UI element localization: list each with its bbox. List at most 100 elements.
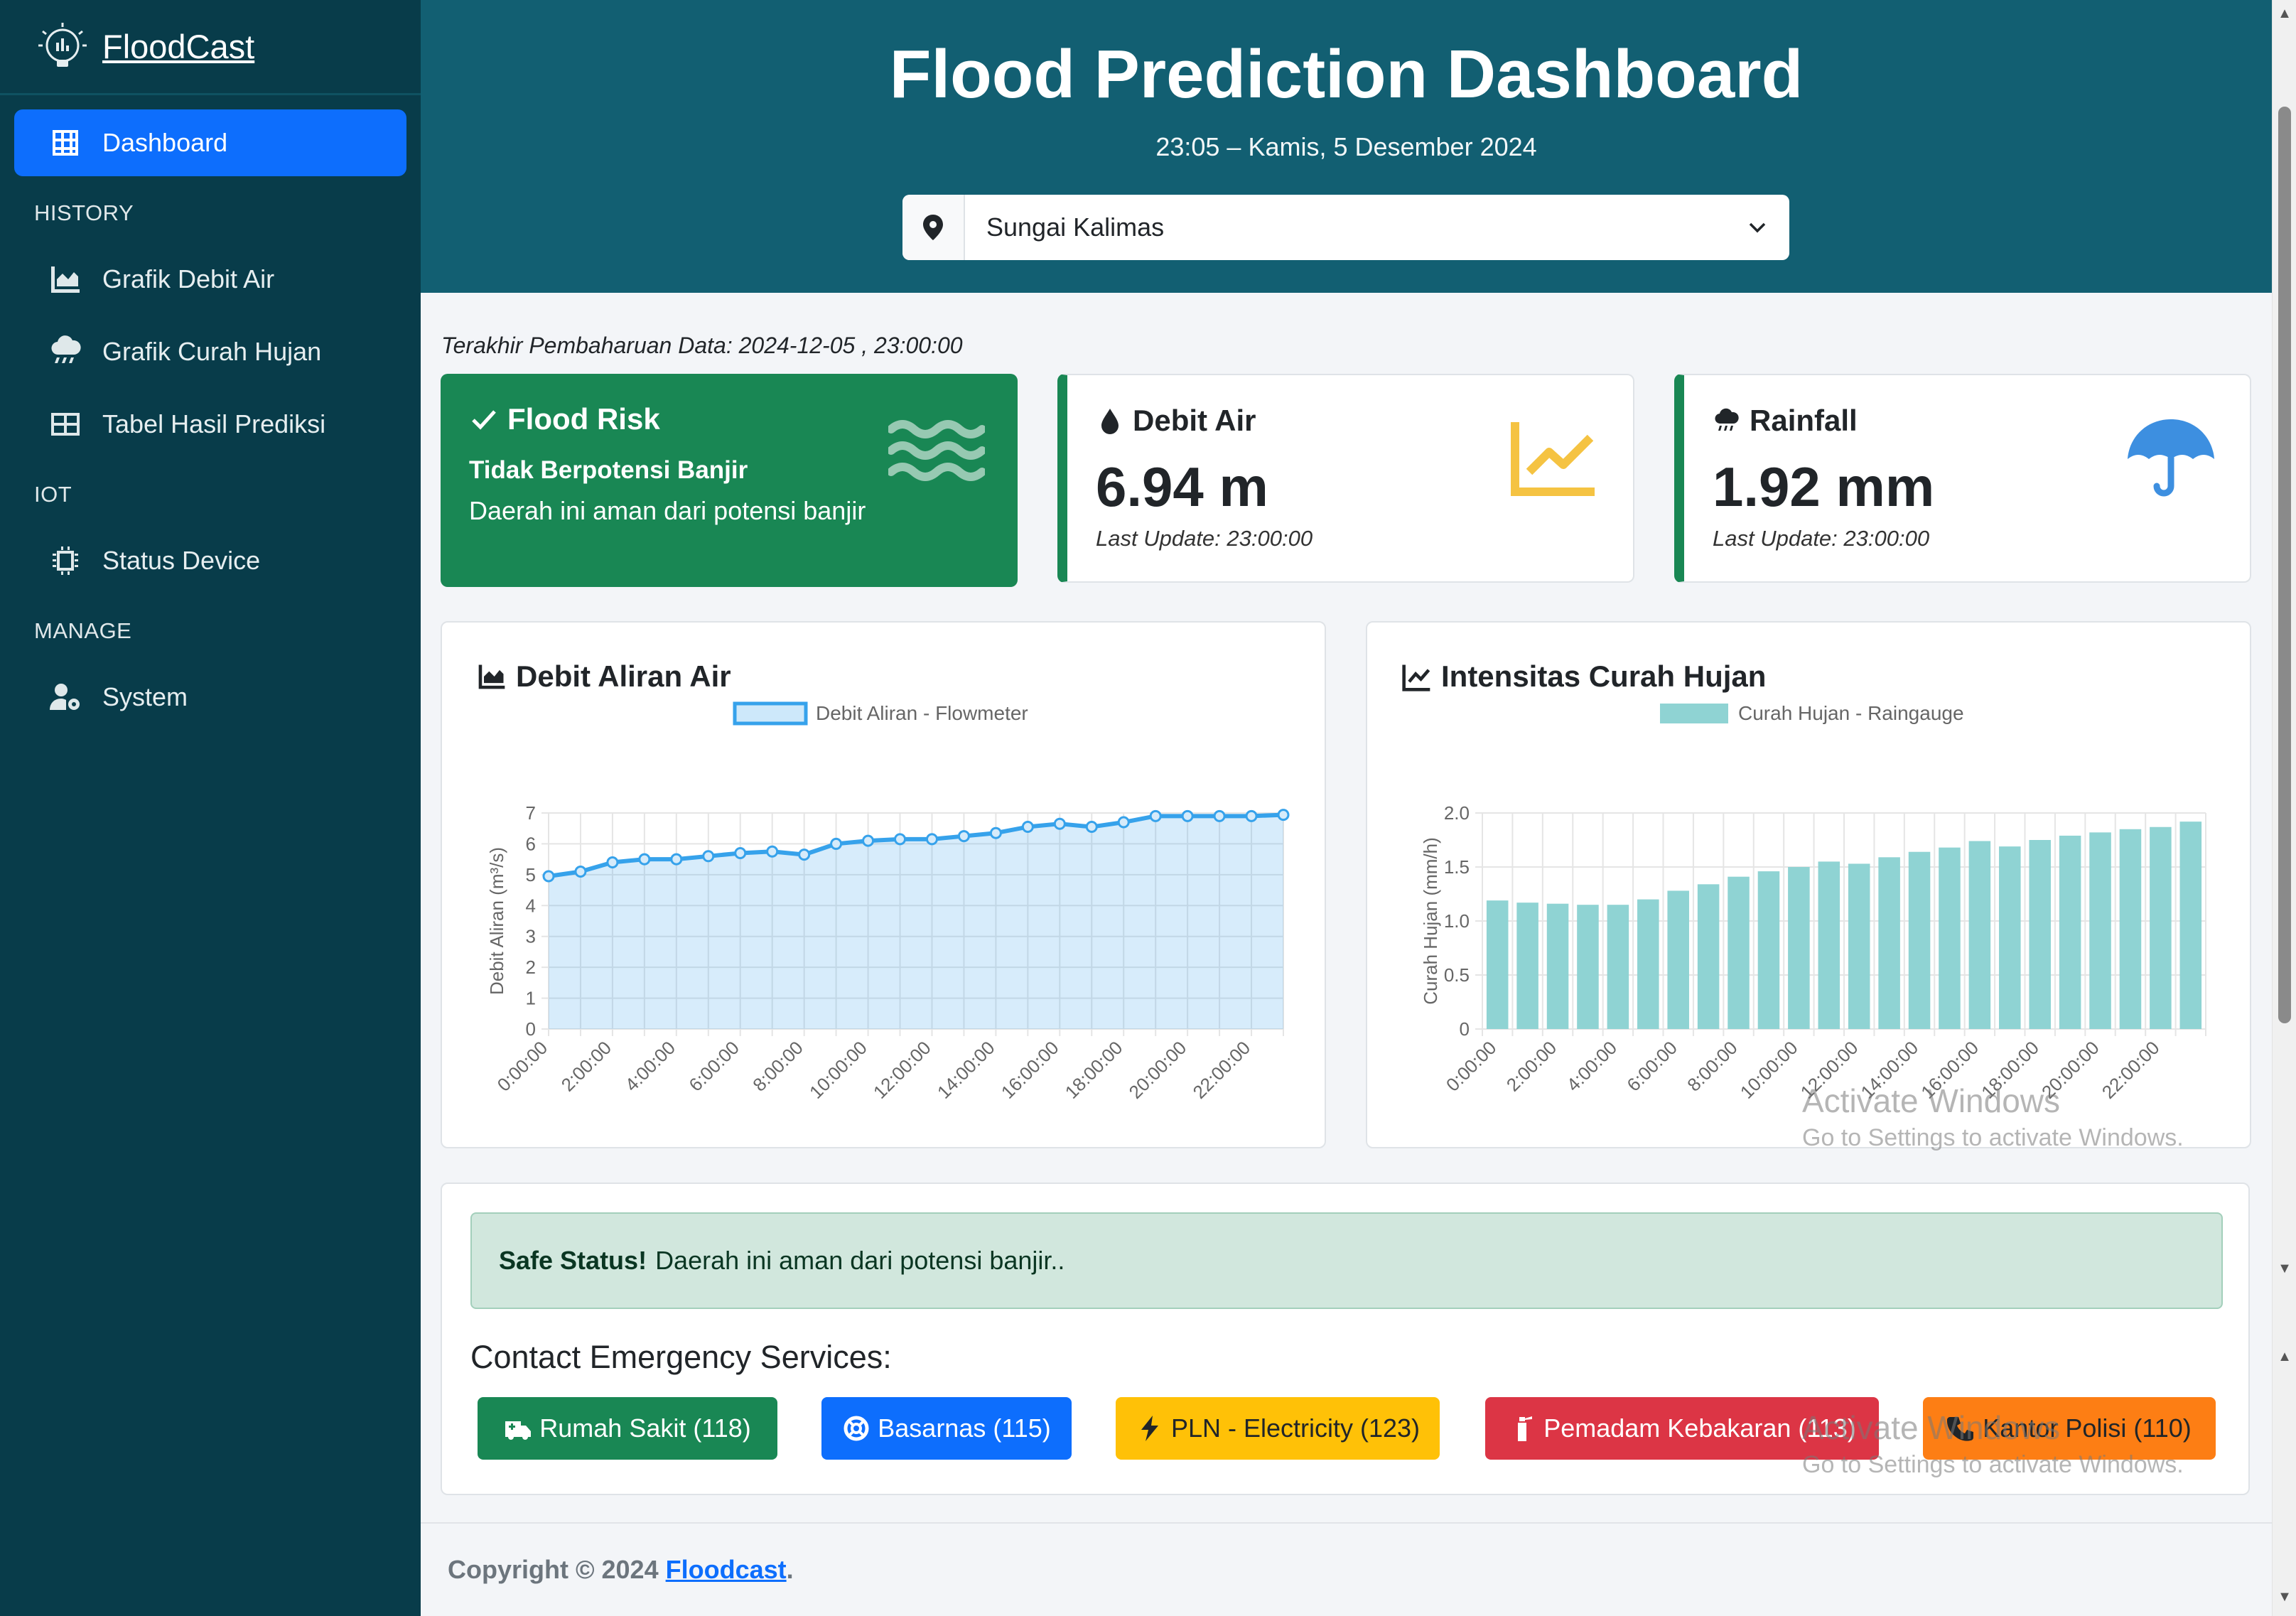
y-axis-title: Curah Hujan (mm/h)	[1420, 837, 1441, 1005]
safe-status-label: Safe Status!	[499, 1246, 647, 1275]
rain-chart-title: Intensitas Curah Hujan	[1401, 659, 1766, 694]
basarnas-button[interactable]: Basarnas (115)	[821, 1397, 1072, 1460]
x-tick-label: 18:00:00	[1061, 1037, 1127, 1103]
scroll-thumb[interactable]	[2278, 107, 2291, 1023]
x-tick-label: 4:00:00	[621, 1037, 680, 1096]
bar	[2119, 829, 2142, 1029]
scroll-up-arrow-icon[interactable]: ▲	[2273, 1349, 2296, 1365]
data-point	[1053, 817, 1066, 830]
data-point	[798, 849, 811, 861]
bar	[1878, 857, 1900, 1029]
bar	[1939, 847, 1961, 1029]
line-chart-icon	[1511, 422, 1595, 496]
y-tick-label: 2	[526, 957, 536, 978]
bar	[1848, 863, 1870, 1029]
ambulance-icon	[505, 1421, 532, 1440]
y-axis-title: Debit Aliran (m³/s)	[486, 847, 507, 995]
y-tick-label: 5	[526, 864, 536, 885]
bar	[2059, 835, 2081, 1029]
basarnas-button-label: Basarnas (115)	[878, 1413, 1051, 1443]
data-point	[1149, 809, 1162, 822]
rainfall-last-update: Last Update: 23:00:00	[1713, 526, 1930, 551]
user-gear-icon	[50, 684, 80, 710]
activate-windows-subtitle: Go to Settings to activate Windows.	[1802, 1451, 2184, 1478]
scroll-down-arrow-icon[interactable]: ▼	[2273, 1589, 2296, 1605]
x-tick-label: 20:00:00	[1125, 1037, 1191, 1103]
x-tick-label: 10:00:00	[1736, 1037, 1802, 1103]
scroll-up-arrow-icon[interactable]: ▲	[2273, 6, 2296, 22]
sidebar-item-tabel-hasil-prediksi[interactable]: Tabel Hasil Prediksi	[14, 391, 406, 458]
y-tick-label: 7	[526, 802, 536, 824]
debit-chart: Debit Aliran - Flowmeter012345670:00:00 2…	[486, 701, 1290, 1141]
x-tick-label: 8:00:00	[748, 1037, 807, 1096]
x-tick-label: 14:00:00	[933, 1037, 999, 1103]
lightbulb-logo-icon	[38, 22, 87, 67]
table-grid-icon	[53, 130, 78, 156]
data-point	[542, 870, 555, 883]
debit-chart-title-text: Debit Aliran Air	[516, 659, 731, 693]
location-select[interactable]: Sungai Kalimas	[902, 195, 1789, 260]
legend-swatch	[1660, 704, 1728, 723]
brand-name[interactable]: FloodCast	[102, 27, 254, 66]
location-value: Sungai Kalimas	[986, 212, 1165, 242]
sidebar-item-label: Tabel Hasil Prediksi	[102, 409, 326, 438]
debit-chart-card: Debit Aliran Air Debit Aliran - Flowmete…	[441, 621, 1326, 1148]
chevron-down-icon	[1725, 215, 1789, 240]
microchip-icon	[53, 546, 78, 575]
brand[interactable]: FloodCast	[0, 0, 421, 95]
data-point	[957, 830, 970, 843]
data-point	[670, 853, 683, 866]
sidebar-item-grafik-curah-hujan[interactable]: Grafik Curah Hujan	[14, 318, 406, 385]
debit-air-value: 6.94 m	[1096, 456, 1268, 518]
x-tick-label: 0:00:00	[1442, 1037, 1501, 1096]
line-chart-icon	[1402, 664, 1430, 691]
data-point	[1021, 821, 1034, 834]
bar	[1968, 841, 1991, 1029]
sidebar-item-dashboard[interactable]: Dashboard	[14, 109, 406, 176]
location-pin-icon	[902, 195, 965, 260]
sidebar-item-system[interactable]: System	[14, 664, 406, 731]
footer-link[interactable]: Floodcast	[666, 1555, 787, 1584]
bar	[1908, 851, 1931, 1029]
bar	[1697, 884, 1720, 1029]
data-point	[1277, 809, 1290, 822]
sidebar-item-label: System	[102, 682, 188, 711]
bolt-icon	[1141, 1416, 1158, 1441]
data-point	[989, 826, 1002, 839]
y-tick-label: 0	[1460, 1018, 1470, 1040]
x-tick-label: 12:00:00	[869, 1037, 935, 1103]
hospital-button[interactable]: Rumah Sakit (118)	[478, 1397, 777, 1460]
x-tick-label: 8:00:00	[1683, 1037, 1742, 1096]
scroll-down-arrow-icon[interactable]: ▼	[2273, 1261, 2296, 1277]
data-point	[1213, 809, 1226, 822]
bar	[1788, 867, 1810, 1029]
area-fill	[549, 814, 1283, 1029]
pln-button-label: PLN - Electricity (123)	[1170, 1413, 1421, 1443]
sidebar-item-status-device[interactable]: Status Device	[14, 527, 406, 594]
sidebar-item-grafik-debit-air[interactable]: Grafik Debit Air	[14, 246, 406, 313]
x-tick-label: 6:00:00	[684, 1037, 743, 1096]
data-point	[638, 853, 651, 866]
bar	[1728, 876, 1750, 1029]
fire-extinguisher-icon	[1518, 1416, 1533, 1441]
rain-chart: Curah Hujan - Raingauge 0 0.5 1.0 1.5 2.0 0:00…	[1420, 702, 2206, 1141]
water-waves-icon	[888, 420, 985, 481]
bar	[2150, 826, 2172, 1029]
y-tick-label: 6	[526, 833, 536, 854]
bar	[1577, 905, 1599, 1029]
cloud-rain-icon	[51, 335, 81, 363]
y-tick-label: 0	[526, 1018, 536, 1040]
legend-swatch	[733, 701, 808, 726]
bar	[2089, 832, 2111, 1029]
current-datetime: 23:05 – Kamis, 5 Desember 2024	[1155, 132, 1537, 161]
check-icon	[472, 410, 496, 430]
debit-air-title-text: Debit Air	[1133, 404, 1256, 437]
data-point	[702, 850, 715, 863]
page-scrollbar[interactable]: ▲ ▼ ▲ ▼	[2272, 0, 2296, 1616]
status-card: Safe Status! Daerah ini aman dari potens…	[441, 1183, 2250, 1495]
page-header: Flood Prediction Dashboard 23:05 – Kamis…	[421, 0, 2272, 293]
x-tick-label: 22:00:00	[1189, 1037, 1255, 1103]
hospital-button-label: Rumah Sakit (118)	[539, 1413, 751, 1443]
x-tick-label: 16:00:00	[997, 1037, 1063, 1103]
pln-button[interactable]: PLN - Electricity (123)	[1116, 1397, 1440, 1460]
